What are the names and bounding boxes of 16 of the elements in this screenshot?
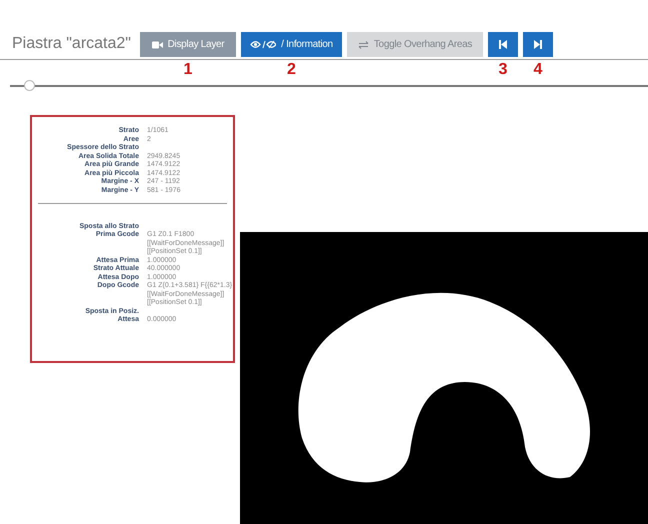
callout-number: 3	[498, 61, 508, 79]
information-button[interactable]: / Information	[240, 32, 342, 57]
first-layer-button[interactable]	[488, 32, 518, 57]
plate-title: Piastra "arcata2"	[12, 35, 131, 53]
display-layer-button[interactable]: Display Layer	[140, 32, 236, 57]
slider-thumb[interactable]	[24, 80, 36, 91]
last-layer-button[interactable]	[522, 32, 553, 57]
swap-arrows-icon	[358, 40, 369, 48]
callout-number: 1	[184, 61, 192, 79]
callout-number: 2	[287, 61, 296, 79]
layer-slider[interactable]	[10, 82, 648, 90]
callout-number: 4	[534, 61, 542, 79]
skip-first-icon	[498, 40, 507, 49]
camera-icon	[152, 40, 163, 48]
skip-last-icon	[534, 40, 542, 49]
eye-icon	[250, 40, 276, 49]
